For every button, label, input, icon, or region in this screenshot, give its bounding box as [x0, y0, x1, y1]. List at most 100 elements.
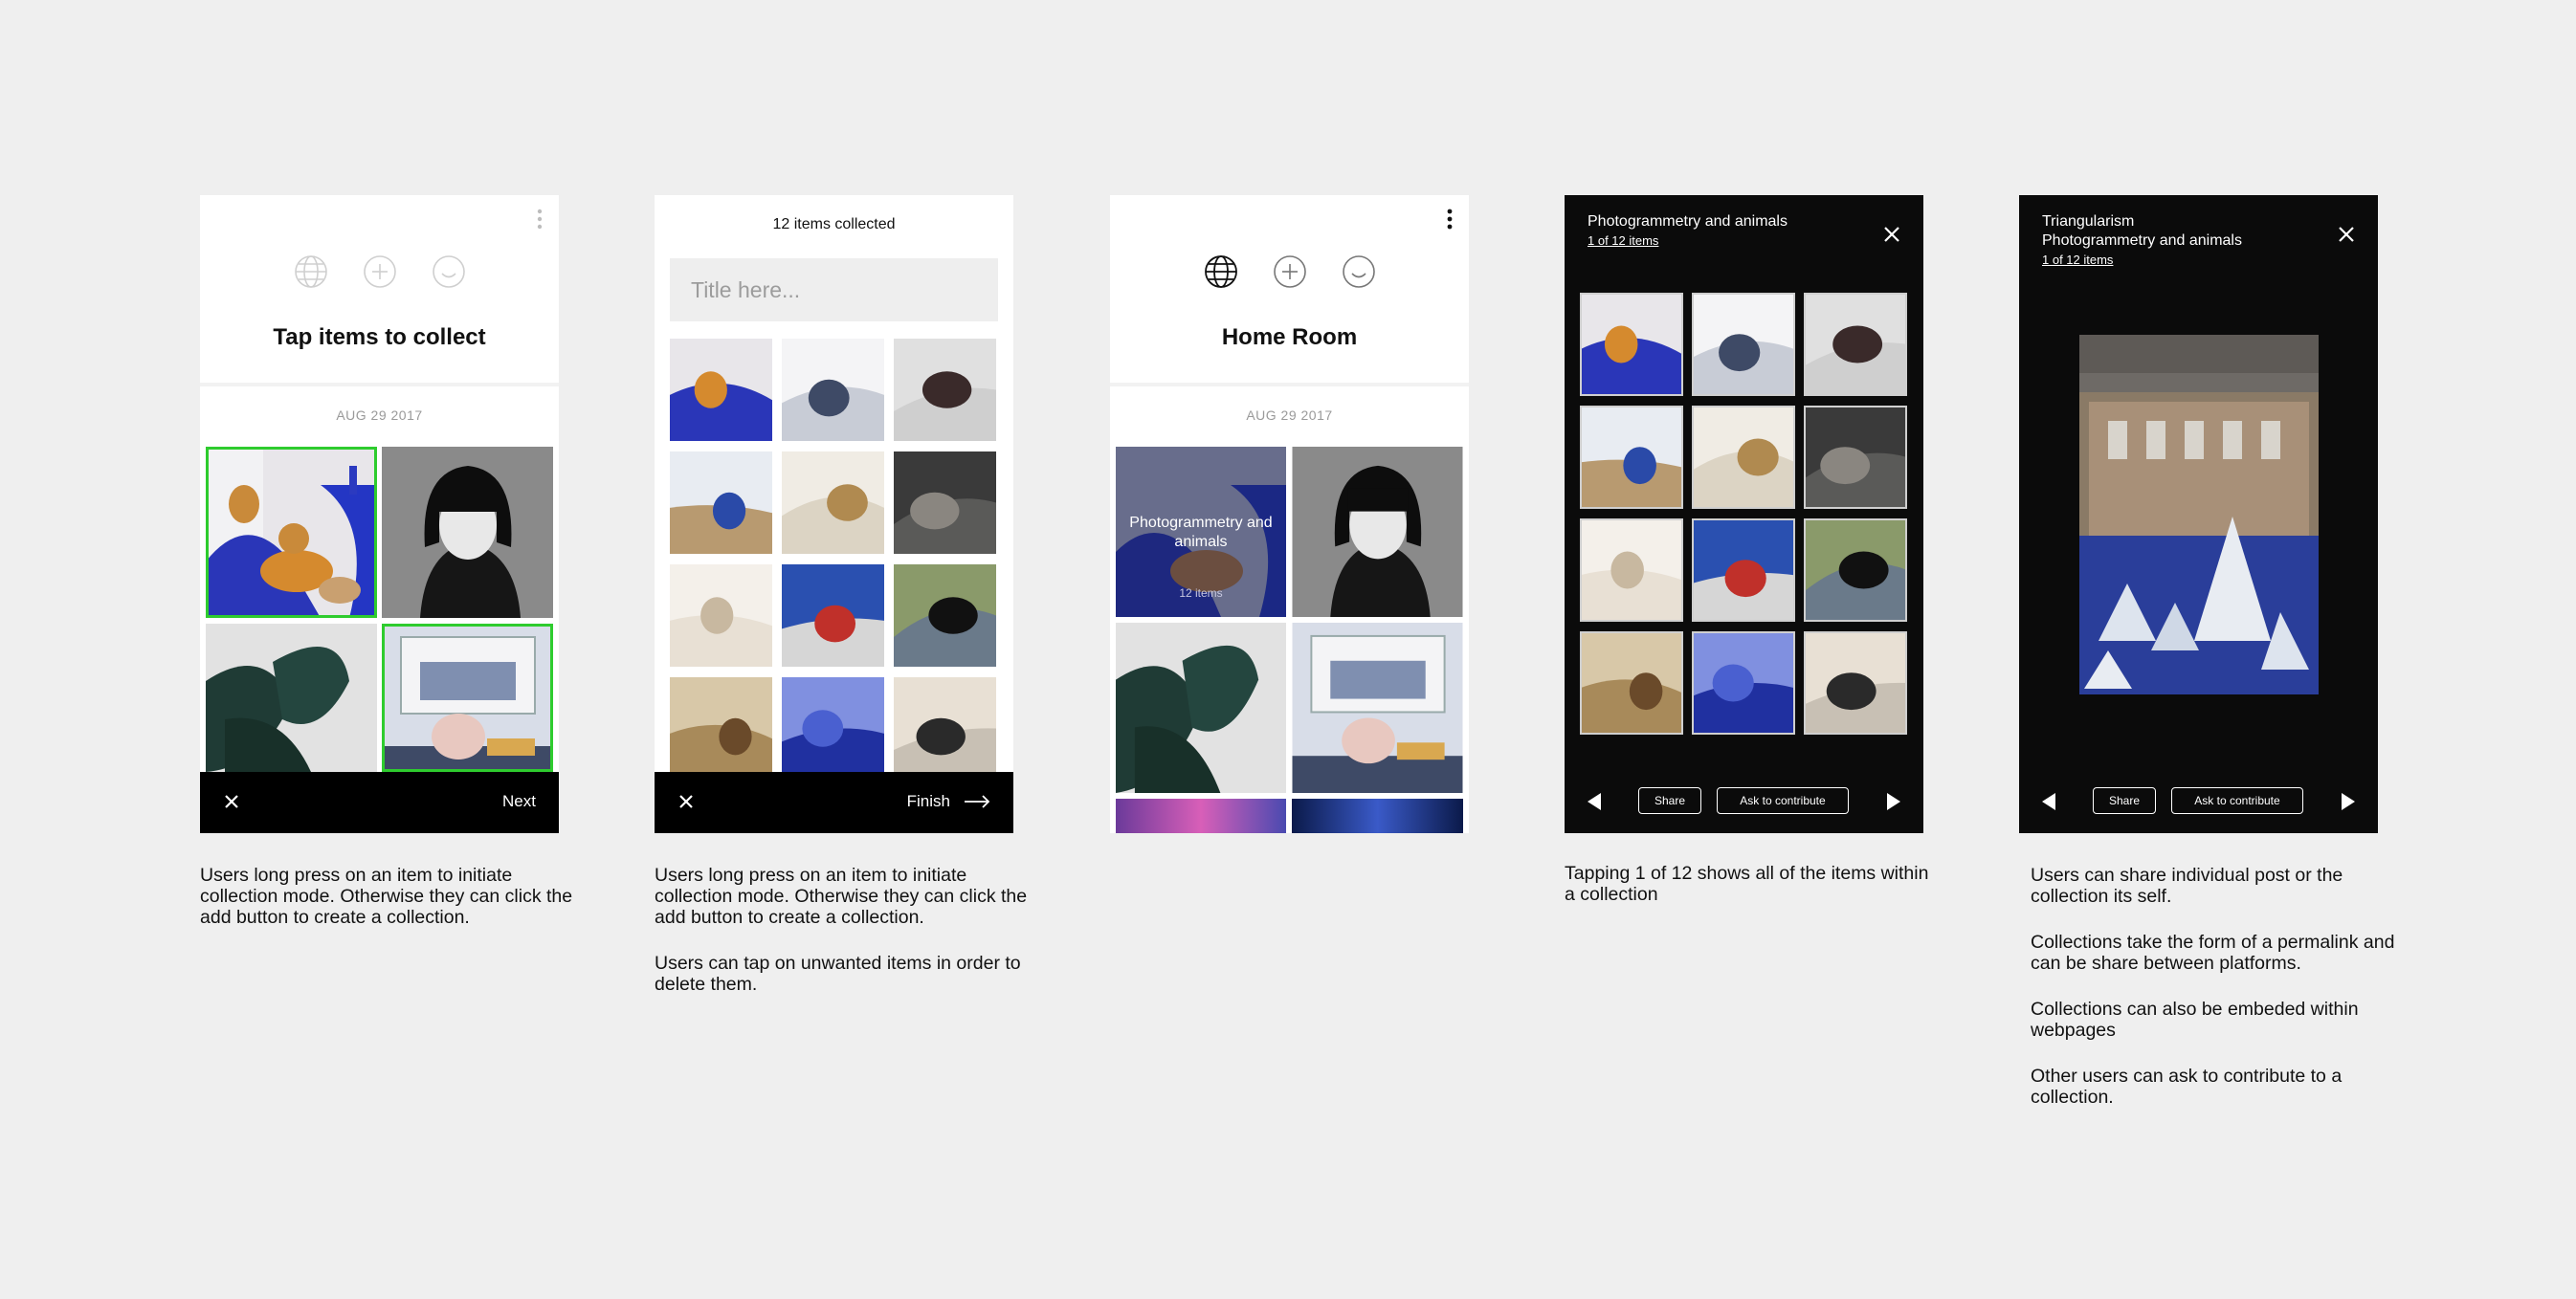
collection-item-thumbnail[interactable]: [670, 677, 772, 780]
date-label: AUG 29 2017: [336, 407, 423, 423]
more-options-icon[interactable]: [1446, 209, 1454, 230]
collection-item-thumbnail[interactable]: [1804, 631, 1907, 735]
collection-tile[interactable]: Photogrammetry and animals 12 items: [1116, 447, 1286, 617]
annotation-text: Tapping 1 of 12 shows all of the items w…: [1565, 863, 1929, 905]
collection-item-thumbnail[interactable]: [1804, 518, 1907, 622]
collection-item-thumbnail[interactable]: [894, 339, 996, 441]
gallery-image: [1292, 623, 1463, 793]
collection-item-thumbnail[interactable]: [782, 677, 884, 780]
annotation-text: Collections can also be embeded within w…: [2031, 999, 2359, 1041]
collection-item-thumbnail[interactable]: [1692, 293, 1795, 396]
tile-plant[interactable]: [1116, 623, 1286, 793]
next-arrow-icon[interactable]: [2342, 793, 2355, 810]
collection-grid-screen: Photogrammetry and animals 1 of 12 items: [1565, 195, 1923, 833]
collection-item-thumbnail[interactable]: [670, 564, 772, 667]
ask-to-contribute-button[interactable]: Ask to contribute: [1717, 787, 1849, 814]
collection-title-input[interactable]: [670, 258, 998, 321]
bottom-action-bar: Next: [200, 772, 559, 833]
tile-portrait[interactable]: [1292, 447, 1463, 617]
tile-portrait[interactable]: [382, 447, 553, 618]
annotation-text: Other users can ask to contribute to a c…: [2031, 1066, 2343, 1108]
thumbnail-image: [1692, 518, 1795, 622]
post-title: Triangularism: [2042, 213, 2135, 230]
post-image[interactable]: [2079, 335, 2319, 694]
collection-title: Photogrammetry and animals: [1588, 213, 1788, 230]
collection-item-thumbnail[interactable]: [782, 451, 884, 554]
thumbnail-image: [670, 339, 772, 441]
thumbnail-image: [1804, 406, 1907, 509]
collection-item-thumbnail[interactable]: [1580, 631, 1683, 735]
home-room-screen: Home Room AUG 29 2017 Photogrammetry and…: [1110, 195, 1469, 833]
thumbnail-image: [894, 339, 996, 441]
plant-image: [206, 624, 377, 772]
collection-overlay: Photogrammetry and animals 12 items: [1116, 447, 1286, 617]
post-detail-screen: Triangularism Photogrammetry and animals…: [2019, 195, 2378, 833]
collection-item-thumbnail[interactable]: [1580, 293, 1683, 396]
collection-item-thumbnail[interactable]: [894, 564, 996, 667]
name-collection-screen: 12 items collected Title here... Finish: [655, 195, 1013, 833]
thumbnail-image: [670, 564, 772, 667]
collection-item-thumbnail[interactable]: [1804, 406, 1907, 509]
ask-to-contribute-button[interactable]: Ask to contribute: [2171, 787, 2303, 814]
plus-circle-icon[interactable]: [363, 254, 397, 289]
items-counter-link[interactable]: 1 of 12 items: [2042, 251, 2242, 270]
portrait-image: [382, 447, 553, 618]
divider: [1110, 383, 1469, 386]
share-button[interactable]: Share: [2093, 787, 2156, 814]
finish-label: Finish: [906, 792, 950, 810]
bottom-action-bar: Finish: [655, 772, 1013, 833]
previous-arrow-icon[interactable]: [2042, 793, 2055, 810]
thumbnail-image: [894, 451, 996, 554]
finish-button[interactable]: Finish: [907, 792, 990, 811]
next-arrow-icon[interactable]: [1887, 793, 1900, 810]
tile-plant[interactable]: [206, 624, 377, 772]
portrait-image: [1292, 447, 1463, 617]
thumbnail-image: [782, 451, 884, 554]
thumbnail-image: [1580, 406, 1683, 509]
collection-item-thumbnail[interactable]: [1692, 406, 1795, 509]
tile-partial-pink[interactable]: [1116, 799, 1286, 833]
annotation-collect-mode: Users long press on an item to initiate …: [200, 865, 573, 953]
tile-gallery[interactable]: [1292, 623, 1463, 793]
plus-circle-icon[interactable]: [1273, 254, 1307, 289]
gallery-image: [382, 624, 553, 772]
collection-item-thumbnail[interactable]: [1804, 293, 1907, 396]
close-icon[interactable]: [676, 791, 697, 812]
collection-item-thumbnail[interactable]: [782, 339, 884, 441]
post-header: Triangularism Photogrammetry and animals…: [2042, 212, 2242, 270]
annotation-collection-grid: Tapping 1 of 12 shows all of the items w…: [1565, 863, 1938, 930]
next-button[interactable]: Next: [502, 792, 536, 811]
globe-icon[interactable]: [294, 254, 328, 289]
close-icon[interactable]: [221, 791, 242, 812]
post-controls: Share Ask to contribute: [2019, 787, 2378, 816]
collection-item-thumbnail[interactable]: [1692, 631, 1795, 735]
collection-item-thumbnail[interactable]: [1692, 518, 1795, 622]
thumbnail-image: [670, 451, 772, 554]
close-icon[interactable]: [2336, 224, 2357, 245]
date-label: AUG 29 2017: [1246, 407, 1333, 423]
thumbnail-image: [782, 564, 884, 667]
collection-item-thumbnail[interactable]: [1580, 518, 1683, 622]
cats-image: [206, 447, 377, 618]
header-icon-row: [1110, 254, 1469, 289]
collection-item-thumbnail[interactable]: [670, 451, 772, 554]
thumbnail-image: [1692, 631, 1795, 735]
collection-item-thumbnail[interactable]: [894, 451, 996, 554]
more-options-icon[interactable]: [536, 209, 544, 230]
previous-arrow-icon[interactable]: [1588, 793, 1601, 810]
globe-icon[interactable]: [1204, 254, 1238, 289]
collection-item-thumbnail[interactable]: [782, 564, 884, 667]
collection-item-thumbnail[interactable]: [894, 677, 996, 780]
tile-partial-blue[interactable]: [1292, 799, 1463, 833]
items-counter-link[interactable]: 1 of 12 items: [1588, 231, 1788, 251]
collection-item-thumbnail[interactable]: [670, 339, 772, 441]
tile-cats-selected[interactable]: [206, 447, 377, 618]
smile-icon[interactable]: [1342, 254, 1376, 289]
smile-icon[interactable]: [432, 254, 466, 289]
tile-gallery-selected[interactable]: [382, 624, 553, 772]
thumbnail-image: [1692, 406, 1795, 509]
collection-item-thumbnail[interactable]: [1580, 406, 1683, 509]
close-icon[interactable]: [1881, 224, 1902, 245]
thumbnail-image: [1692, 293, 1795, 396]
share-button[interactable]: Share: [1638, 787, 1701, 814]
